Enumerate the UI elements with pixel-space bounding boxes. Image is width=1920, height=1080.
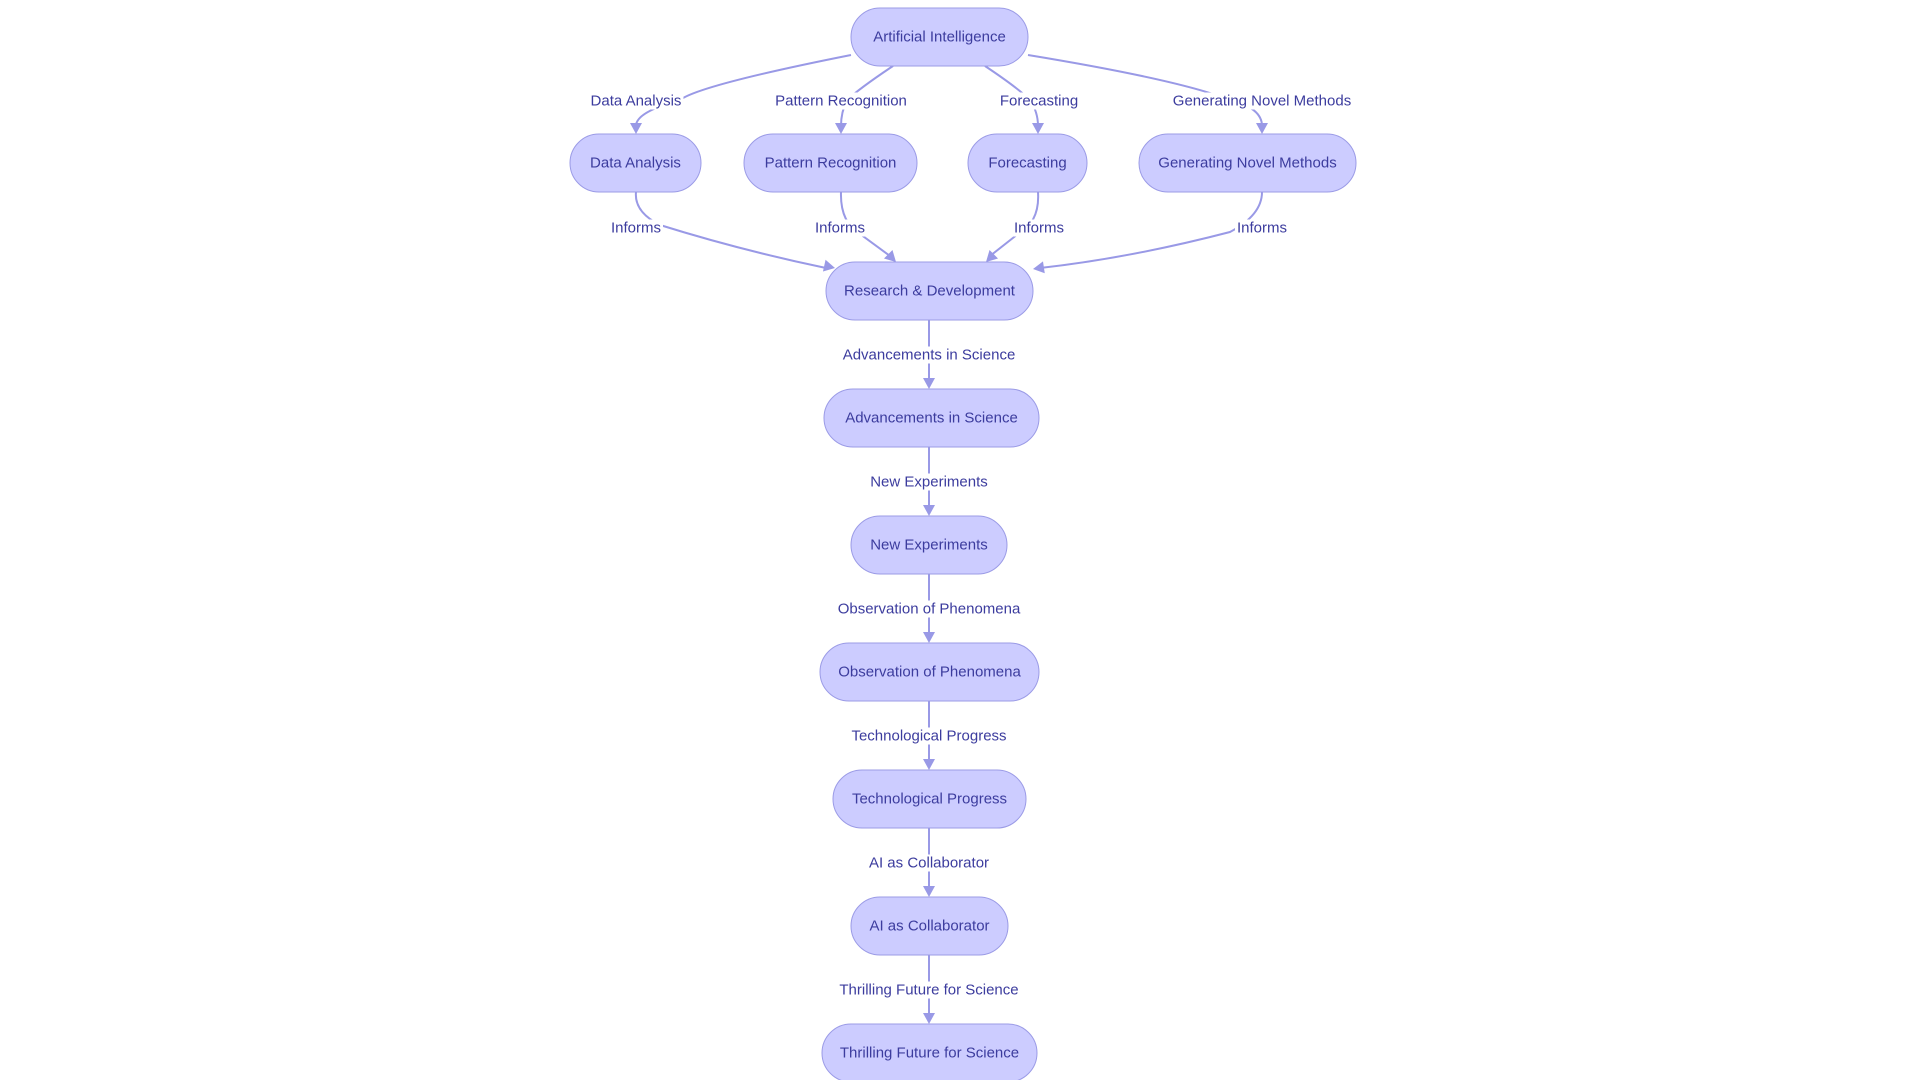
edge-label-text: New Experiments (870, 474, 988, 491)
edge-label-text: Informs (1014, 220, 1064, 237)
node-da[interactable]: Data Analysis (569, 133, 702, 193)
arrowhead-icon (630, 123, 642, 134)
edge-label: Technological Progress (849, 727, 1009, 745)
node-label: Observation of Phenomena (838, 664, 1021, 681)
arrowhead-icon (923, 378, 935, 389)
arrowhead-icon (1256, 123, 1268, 134)
edge-label-text: Informs (1237, 220, 1287, 237)
node-aic[interactable]: AI as Collaborator (850, 896, 1009, 956)
node-fc[interactable]: Forecasting (967, 133, 1088, 193)
edge-label-text: Generating Novel Methods (1173, 93, 1351, 110)
edge-label: Observation of Phenomena (835, 600, 1023, 618)
edge-label: Pattern Recognition (773, 92, 909, 110)
edge-da-to-rd (634, 191, 835, 272)
edge-label-text: Advancements in Science (843, 347, 1016, 364)
arrowhead-icon (1032, 123, 1044, 134)
edge-label-text: Informs (611, 220, 661, 237)
arrowhead-icon (1033, 261, 1045, 274)
edge-label: Advancements in Science (840, 346, 1018, 364)
edge-gnm-to-rd (1033, 191, 1263, 274)
edge-label: Forecasting (997, 92, 1081, 110)
node-label: Advancements in Science (845, 410, 1018, 427)
node-ne[interactable]: New Experiments (850, 515, 1008, 575)
edge-label-text: AI as Collaborator (869, 855, 989, 872)
arrowhead-icon (923, 632, 935, 643)
node-pr[interactable]: Pattern Recognition (743, 133, 918, 193)
edge-label-text: Data Analysis (591, 93, 682, 110)
arrowhead-icon (923, 886, 935, 897)
flowchart-canvas: Data Analysis Pattern Recognition Forecast… (569, 7, 1357, 1080)
node-label: Artificial Intelligence (873, 29, 1006, 46)
arrowhead-icon (835, 123, 847, 134)
node-label: AI as Collaborator (869, 918, 989, 935)
arrowhead-icon (923, 1013, 935, 1024)
node-tp[interactable]: Technological Progress (832, 769, 1027, 829)
edge-label-text: Technological Progress (851, 728, 1006, 745)
edge-label: Thrilling Future for Science (837, 981, 1021, 999)
node-op[interactable]: Observation of Phenomena (819, 642, 1040, 702)
edge-label: Generating Novel Methods (1170, 92, 1354, 110)
edge-label-text: Observation of Phenomena (838, 601, 1021, 618)
edge-label: Informs (812, 219, 868, 237)
node-tfs[interactable]: Thrilling Future for Science (821, 1023, 1038, 1080)
edge-line (634, 191, 827, 269)
node-ai[interactable]: Artificial Intelligence (850, 7, 1029, 67)
node-label: Technological Progress (852, 791, 1007, 808)
node-rd[interactable]: Research & Development (825, 261, 1034, 321)
edge-label: New Experiments (868, 473, 990, 491)
node-label: Thrilling Future for Science (840, 1045, 1019, 1062)
arrowhead-icon (923, 505, 935, 516)
nodes-layer: Artificial Intelligence Data Analysis Patt… (569, 7, 1357, 1080)
edge-line (1027, 54, 1263, 127)
edge-line (1039, 191, 1263, 269)
node-gnm[interactable]: Generating Novel Methods (1138, 133, 1357, 193)
node-as[interactable]: Advancements in Science (823, 388, 1040, 448)
edge-label-text: Forecasting (1000, 93, 1078, 110)
edge-label: Informs (1234, 219, 1290, 237)
edge-label: Informs (608, 219, 664, 237)
edge-label: AI as Collaborator (866, 854, 992, 872)
node-label: Generating Novel Methods (1158, 155, 1336, 172)
edge-label-text: Informs (815, 220, 865, 237)
node-label: Data Analysis (590, 155, 681, 172)
edge-label-text: Thrilling Future for Science (839, 982, 1018, 999)
node-label: New Experiments (870, 537, 988, 554)
edge-label: Informs (1011, 219, 1067, 237)
edge-label-text: Pattern Recognition (775, 93, 907, 110)
node-label: Research & Development (844, 283, 1016, 300)
arrowhead-icon (822, 259, 835, 272)
edge-label: Data Analysis (588, 92, 684, 110)
node-label: Forecasting (988, 155, 1066, 172)
node-label: Pattern Recognition (765, 155, 897, 172)
edge-line (635, 54, 852, 127)
arrowhead-icon (923, 759, 935, 770)
